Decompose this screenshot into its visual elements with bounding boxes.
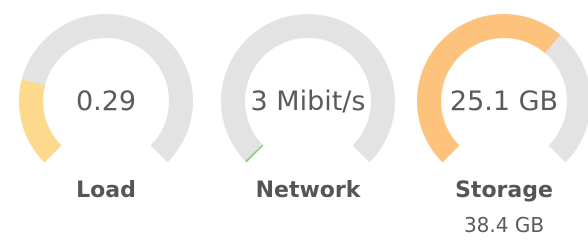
gauge-network-value: 3 Mibit/s [250,86,366,117]
gauge-network-fill [245,144,264,163]
gauge-storage: 25.1 GB Storage 38.4 GB [414,0,588,246]
gauge-storage-value: 25.1 GB [449,86,559,117]
gauge-storage-arc [417,14,588,163]
gauge-load-value: 0.29 [75,86,137,117]
gauge-storage-label: Storage [455,178,553,203]
gauge-network: 3 Mibit/s Network [218,0,418,246]
gauge-network-arc [221,14,395,163]
gauge-storage-subvalue: 38.4 GB [463,213,545,237]
gauge-load: 0.29 Load [16,0,216,246]
gauge-load-arc [19,14,193,163]
gauge-network-label: Network [255,178,361,203]
gauge-load-label: Load [76,178,136,203]
